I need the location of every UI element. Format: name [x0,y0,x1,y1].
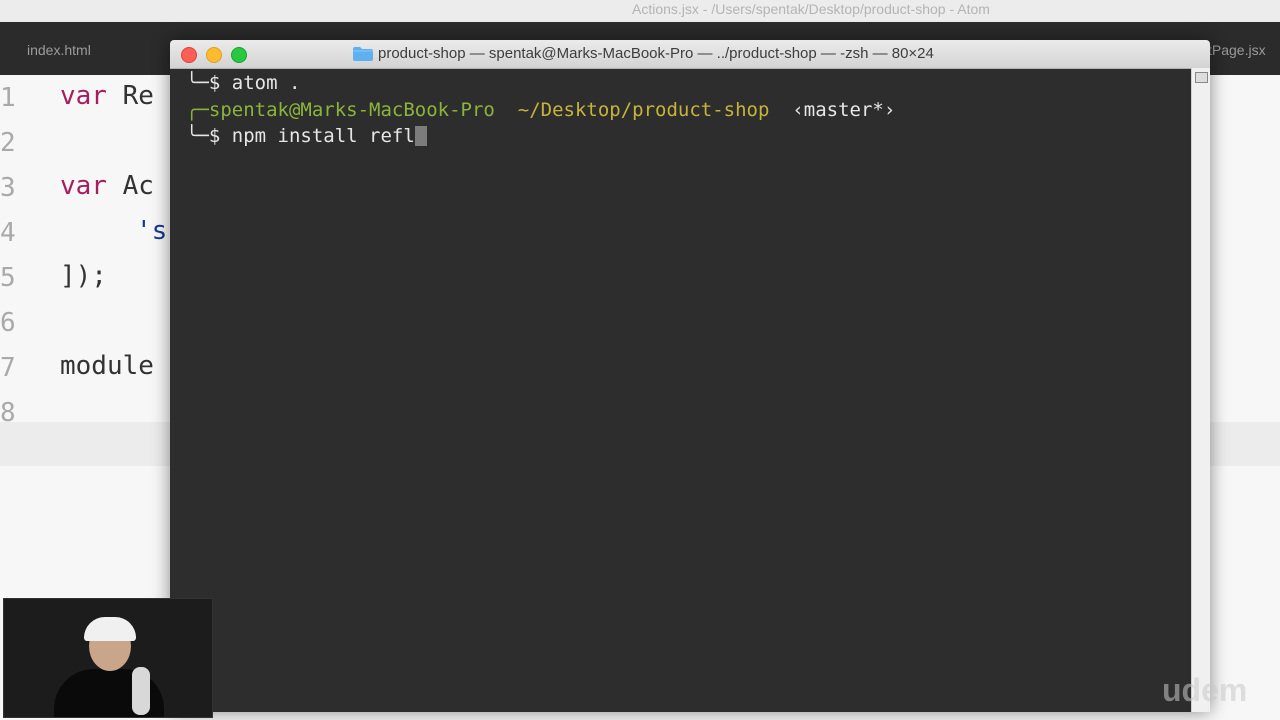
terminal-title: product-shop — spentak@Marks-MacBook-Pro… [378,45,934,62]
code-line-7: module [60,351,154,381]
line-number: 5 [0,263,16,293]
folder-icon [353,47,373,61]
line-number: 7 [0,353,16,383]
terminal-output[interactable]: ╰─$ atom . ╭─spentak@Marks-MacBook-Pro ~… [170,68,1210,712]
line-number: 1 [0,83,16,113]
terminal-prompt-info: ╭─spentak@Marks-MacBook-Pro ~/Desktop/pr… [186,99,896,121]
line-number: 4 [0,218,16,248]
line-number: 8 [0,398,16,428]
terminal-scrollbar[interactable] [1191,68,1210,712]
maximize-button[interactable] [231,47,247,63]
watermark-logo: udem [1162,672,1248,708]
line-number: 3 [0,173,16,203]
presenter-cap [84,617,136,641]
atom-titlebar: Actions.jsx - /Users/spentak/Desktop/pro… [0,0,1280,23]
webcam-overlay [3,598,213,718]
microphone [132,667,150,715]
line-number: 6 [0,308,16,338]
code-line-4: 's [136,216,168,246]
terminal-window[interactable]: product-shop — spentak@Marks-MacBook-Pro… [170,40,1210,712]
terminal-command-line: ╰─$ npm install refl [186,125,427,147]
atom-window-title: Actions.jsx - /Users/spentak/Desktop/pro… [632,1,990,17]
terminal-line: ╰─$ atom . [186,72,301,94]
code-line-5: ]); [60,261,107,291]
terminal-titlebar[interactable]: product-shop — spentak@Marks-MacBook-Pro… [170,40,1210,69]
tab-page-jsx[interactable]: tPage.jsx [1208,42,1266,58]
tab-index-html[interactable]: index.html [27,42,91,58]
close-button[interactable] [181,47,197,63]
code-line-3: var Ac [60,171,154,201]
scroll-split-icon[interactable] [1195,72,1208,83]
line-number: 2 [0,128,16,158]
minimize-button[interactable] [206,47,222,63]
text-cursor [414,126,427,146]
code-line-1: var Re [60,81,154,111]
